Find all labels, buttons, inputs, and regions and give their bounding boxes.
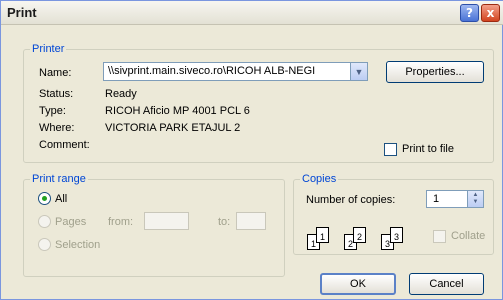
- printer-name-value: \\sivprint.main.siveco.ro\RICOH ALB-NEGI: [108, 65, 316, 77]
- window-title: Print: [7, 5, 37, 20]
- radio-selected-dot: [42, 196, 47, 201]
- page-icon: 2: [353, 227, 366, 243]
- name-label: Name:: [39, 67, 72, 79]
- spinner-arrows-icon[interactable]: ▲ ▼: [467, 191, 483, 207]
- from-page-input[interactable]: [144, 212, 189, 230]
- close-icon[interactable]: x: [481, 4, 500, 22]
- selection-radio[interactable]: [38, 238, 51, 251]
- to-label: to:: [218, 216, 231, 228]
- from-label: from:: [108, 216, 134, 228]
- cancel-button[interactable]: Cancel: [409, 273, 484, 295]
- print-range-legend: Print range: [32, 173, 86, 185]
- where-value: VICTORIA PARK ETAJUL 2: [105, 122, 241, 134]
- printer-name-select[interactable]: \\sivprint.main.siveco.ro\RICOH ALB-NEGI…: [103, 62, 368, 81]
- print-to-file-checkbox[interactable]: [384, 143, 397, 156]
- type-label: Type:: [39, 105, 66, 117]
- collate-label: Collate: [451, 230, 486, 242]
- copies-value: 1: [433, 193, 440, 205]
- title-bar[interactable]: Print ? x: [1, 1, 503, 25]
- selection-label: Selection: [55, 239, 101, 251]
- copies-legend: Copies: [302, 173, 337, 185]
- chevron-down-icon[interactable]: ▼: [350, 63, 367, 80]
- help-icon[interactable]: ?: [460, 4, 479, 22]
- all-label: All: [55, 193, 68, 205]
- status-value: Ready: [105, 88, 137, 100]
- type-value: RICOH Aficio MP 4001 PCL 6: [105, 105, 250, 117]
- copies-spinner[interactable]: 1 ▲ ▼: [426, 190, 484, 208]
- ok-button[interactable]: OK: [320, 273, 396, 295]
- printer-legend: Printer: [32, 43, 65, 55]
- all-radio[interactable]: [38, 192, 51, 205]
- to-page-input[interactable]: [236, 212, 266, 230]
- collate-checkbox[interactable]: [433, 230, 446, 243]
- print-to-file-label: Print to file: [402, 143, 454, 155]
- properties-button[interactable]: Properties...: [386, 61, 484, 83]
- pages-label: Pages: [55, 216, 87, 228]
- where-label: Where:: [39, 122, 75, 134]
- page-icon: 1: [316, 227, 329, 243]
- print-dialog: Print ? x Printer Name: \\sivprint.main.…: [0, 0, 503, 300]
- page-icon: 3: [390, 227, 403, 243]
- number-of-copies-label: Number of copies:: [306, 194, 396, 206]
- comment-label: Comment:: [39, 139, 90, 151]
- status-label: Status:: [39, 88, 74, 100]
- pages-radio[interactable]: [38, 215, 51, 228]
